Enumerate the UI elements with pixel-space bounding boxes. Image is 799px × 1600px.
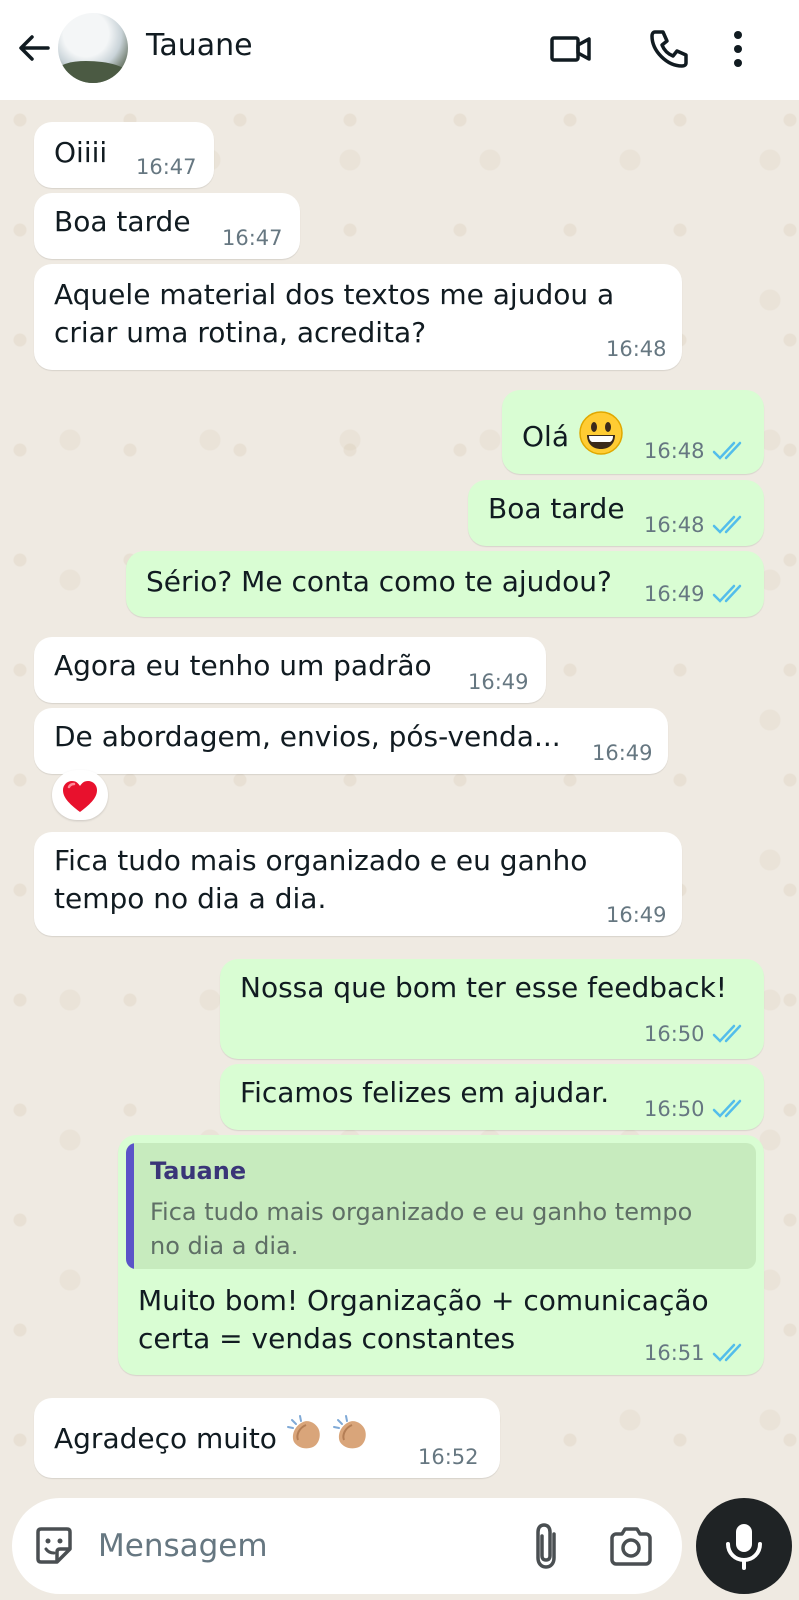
message-time: 16:50 [644, 1022, 705, 1046]
chat-header: Tauane [0, 0, 799, 100]
read-ticks-icon [712, 584, 742, 603]
message-in[interactable]: Boa tarde 16:47 [34, 193, 300, 259]
red-heart-icon [63, 781, 97, 812]
message-input[interactable] [98, 1524, 498, 1568]
message-out-reply[interactable]: Tauane Fica tudo mais organizado e eu ga… [118, 1135, 764, 1375]
quote-author: Tauane [150, 1157, 247, 1185]
message-text: tempo no dia a dia. [54, 882, 327, 915]
sticker-icon[interactable] [30, 1522, 78, 1570]
message-text: Agora eu tenho um padrão [54, 649, 432, 682]
message-text: Nossa que bom ter esse feedback! [240, 971, 728, 1004]
message-text: Muito bom! Organização + comunicação [138, 1284, 709, 1317]
message-text: Ficamos felizes em ajudar. [240, 1076, 610, 1109]
message-text: Boa tarde [488, 492, 625, 525]
message-time: 16:49 [468, 670, 529, 694]
message-text: certa = vendas constantes [138, 1322, 516, 1355]
camera-icon[interactable] [608, 1524, 654, 1568]
message-in[interactable]: Fica tudo mais organizado e eu ganho tem… [34, 832, 682, 936]
mic-icon [726, 1524, 762, 1570]
message-time: 16:47 [136, 155, 197, 179]
read-ticks-icon [712, 1343, 742, 1362]
message-out[interactable]: Olá 16:48 [502, 390, 764, 474]
message-out[interactable]: Sério? Me conta como te ajudou? 16:49 [126, 551, 764, 617]
message-in[interactable]: Oiiii 16:47 [34, 122, 214, 188]
quote-bar [126, 1143, 134, 1269]
message-time: 16:48 [606, 337, 667, 361]
message-text: Oiiii [54, 136, 108, 169]
clapping-hands-icon [286, 1412, 378, 1468]
quote-line: no dia a dia. [150, 1232, 299, 1260]
message-in[interactable]: Aquele material dos textos me ajudou a c… [34, 264, 682, 370]
message-out[interactable]: Ficamos felizes em ajudar. 16:50 [220, 1064, 764, 1130]
mic-button[interactable] [696, 1498, 792, 1594]
message-time: 16:48 [644, 513, 705, 537]
read-ticks-icon [712, 1024, 742, 1043]
message-out[interactable]: Boa tarde 16:48 [468, 480, 764, 546]
message-time: 16:49 [644, 582, 705, 606]
message-text: Fica tudo mais organizado e eu ganho [54, 844, 588, 877]
message-text: Agradeço muito [54, 1412, 378, 1468]
message-text: Sério? Me conta como te ajudou? [146, 565, 612, 598]
message-text: Boa tarde [54, 205, 191, 238]
phone-icon[interactable] [646, 26, 692, 72]
message-out[interactable]: Nossa que bom ter esse feedback! 16:50 [220, 959, 764, 1059]
message-text-content: Agradeço muito [54, 1422, 277, 1455]
read-ticks-icon [712, 1099, 742, 1118]
composer-bar [12, 1498, 682, 1594]
contact-name[interactable]: Tauane [146, 28, 253, 63]
attach-icon[interactable] [528, 1520, 568, 1572]
message-time: 16:51 [644, 1341, 705, 1365]
message-time: 16:49 [592, 741, 653, 765]
message-in[interactable]: De abordagem, envios, pós-venda... 16:49 [34, 708, 668, 774]
message-text: Olá [522, 410, 624, 466]
more-vert-icon[interactable] [730, 26, 776, 72]
quote-text: Fica tudo mais organizado e eu ganho tem… [150, 1195, 750, 1263]
message-time: 16:47 [222, 226, 283, 250]
message-in[interactable]: Agora eu tenho um padrão 16:49 [34, 637, 546, 703]
message-time: 16:50 [644, 1097, 705, 1121]
reaction-badge[interactable] [52, 770, 108, 820]
avatar[interactable] [58, 13, 128, 83]
message-time: 16:52 [418, 1445, 479, 1469]
message-time: 16:48 [644, 439, 705, 463]
grinning-face-icon [578, 410, 624, 466]
message-in[interactable]: Agradeço muito 16:52 [34, 1398, 500, 1478]
message-time: 16:49 [606, 903, 667, 927]
read-ticks-icon [712, 515, 742, 534]
read-ticks-icon [712, 441, 742, 460]
message-text: criar uma rotina, acredita? [54, 316, 427, 349]
message-text: Aquele material dos textos me ajudou a [54, 278, 615, 311]
video-call-icon[interactable] [548, 26, 594, 72]
message-text: De abordagem, envios, pós-venda... [54, 720, 561, 753]
message-text-content: Olá [522, 420, 569, 453]
quoted-message[interactable]: Tauane Fica tudo mais organizado e eu ga… [126, 1143, 756, 1269]
quote-line: Fica tudo mais organizado e eu ganho tem… [150, 1198, 693, 1226]
back-arrow-icon[interactable] [14, 28, 54, 68]
